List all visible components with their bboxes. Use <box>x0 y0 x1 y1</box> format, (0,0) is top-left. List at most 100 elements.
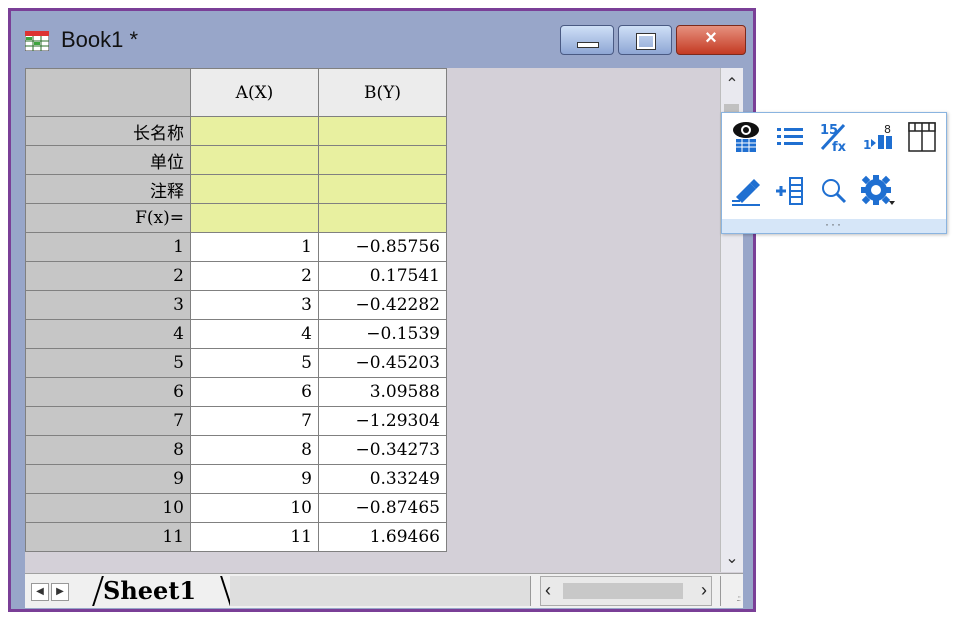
table-row: 6 6 3.09588 <box>25 377 447 407</box>
fraction-format-button[interactable]: 15 fx <box>814 117 854 157</box>
formula-a-cell[interactable] <box>190 203 319 233</box>
scroll-right-icon[interactable]: › <box>701 580 707 601</box>
table-row: 10 10 −0.87465 <box>25 493 447 523</box>
long-name-a-cell[interactable] <box>190 116 319 146</box>
show-hide-button[interactable] <box>726 117 766 157</box>
cell-b[interactable]: 0.33249 <box>318 464 447 494</box>
column-header-a[interactable]: A(X) <box>190 68 319 117</box>
maximize-icon <box>637 34 655 49</box>
cell-b[interactable]: 0.17541 <box>318 261 447 291</box>
cell-b[interactable]: −0.34273 <box>318 435 447 465</box>
horizontal-scrollbar[interactable]: ‹ › <box>540 576 712 606</box>
row-header[interactable]: 11 <box>25 522 191 552</box>
column-layout-icon <box>908 122 936 152</box>
cell-a[interactable]: 7 <box>190 406 319 436</box>
cell-b[interactable]: −0.1539 <box>318 319 447 349</box>
cell-a[interactable]: 4 <box>190 319 319 349</box>
cell-a[interactable]: 1 <box>190 232 319 262</box>
row-header[interactable]: 10 <box>25 493 191 523</box>
row-header[interactable]: 8 <box>25 435 191 465</box>
table-row: 5 5 −0.45203 <box>25 348 447 378</box>
comments-b-cell[interactable] <box>318 174 447 204</box>
long-name-b-cell[interactable] <box>318 116 447 146</box>
corner-cell[interactable] <box>25 68 191 117</box>
add-column-button[interactable] <box>770 171 810 211</box>
row-header[interactable]: 9 <box>25 464 191 494</box>
zoom-icon <box>822 179 847 204</box>
row-label-units[interactable]: 单位 <box>25 145 191 175</box>
cell-b[interactable]: −0.87465 <box>318 493 447 523</box>
scroll-up-icon[interactable]: ⌃ <box>721 74 743 94</box>
row-header[interactable]: 4 <box>25 319 191 349</box>
scroll-down-icon[interactable]: ⌄ <box>721 548 743 568</box>
sheet-tab-bar: ◀ ▶ Sheet1 ‹ › .:: <box>25 573 743 608</box>
cell-a[interactable]: 10 <box>190 493 319 523</box>
horizontal-scroll-thumb[interactable] <box>563 583 683 599</box>
settings-button[interactable] <box>858 171 898 211</box>
toolbar-drag-handle[interactable]: ··· <box>722 218 946 233</box>
highlight-button[interactable] <box>726 171 766 211</box>
row-header[interactable]: 2 <box>25 261 191 291</box>
highlight-icon <box>732 179 760 206</box>
close-button[interactable]: × <box>676 25 746 55</box>
cell-a[interactable]: 8 <box>190 435 319 465</box>
floating-toolbar: 15 fx 1 8 ··· <box>721 112 947 234</box>
cell-a[interactable]: 9 <box>190 464 319 494</box>
workbook-window: Book1 * × A(X) B(Y) 长名称 单位 注释 F(x)= 1 1 … <box>8 8 756 612</box>
row-header[interactable]: 6 <box>25 377 191 407</box>
column-header-b[interactable]: B(Y) <box>318 68 447 117</box>
units-b-cell[interactable] <box>318 145 447 175</box>
row-header[interactable]: 1 <box>25 232 191 262</box>
cell-b[interactable]: 3.09588 <box>318 377 447 407</box>
title-bar[interactable]: Book1 * × <box>11 11 753 68</box>
table-row: 1 1 −0.85756 <box>25 232 447 262</box>
resize-grip[interactable]: .:: <box>720 576 743 606</box>
cell-a[interactable]: 3 <box>190 290 319 320</box>
table-row: 4 4 −0.1539 <box>25 319 447 349</box>
minimize-button[interactable] <box>560 25 614 55</box>
resize-grip-icon: .:: <box>736 594 741 603</box>
tab-scroll-right-icon[interactable]: ▶ <box>51 583 69 601</box>
row-label-formula[interactable]: F(x)= <box>25 203 191 233</box>
tab-strip-empty <box>230 576 531 606</box>
row-header[interactable]: 3 <box>25 290 191 320</box>
worksheet-area: A(X) B(Y) 长名称 单位 注释 F(x)= 1 1 −0.85756 2… <box>25 68 743 608</box>
meta-row-long-name: 长名称 <box>25 116 447 146</box>
cell-a[interactable]: 11 <box>190 522 319 552</box>
column-header-row: A(X) B(Y) <box>25 68 447 117</box>
add-column-icon <box>776 177 803 205</box>
cell-b[interactable]: 1.69466 <box>318 522 447 552</box>
sort-button[interactable]: 1 8 <box>858 117 898 157</box>
cell-b[interactable]: −0.42282 <box>318 290 447 320</box>
table-row: 11 11 1.69466 <box>25 522 447 552</box>
close-icon: × <box>705 27 717 49</box>
row-header[interactable]: 7 <box>25 406 191 436</box>
cell-b[interactable]: −0.45203 <box>318 348 447 378</box>
table-row: 9 9 0.33249 <box>25 464 447 494</box>
table-row: 2 2 0.17541 <box>25 261 447 291</box>
row-label-long-name[interactable]: 长名称 <box>25 116 191 146</box>
maximize-button[interactable] <box>618 25 672 55</box>
table-row: 8 8 −0.34273 <box>25 435 447 465</box>
column-layout-button[interactable] <box>902 117 942 157</box>
tab-scroll-left-icon[interactable]: ◀ <box>31 583 49 601</box>
cell-b[interactable]: −0.85756 <box>318 232 447 262</box>
settings-gear-icon <box>861 175 895 205</box>
cell-a[interactable]: 2 <box>190 261 319 291</box>
row-header[interactable]: 5 <box>25 348 191 378</box>
cell-a[interactable]: 6 <box>190 377 319 407</box>
list-button[interactable] <box>770 117 810 157</box>
cell-b[interactable]: −1.29304 <box>318 406 447 436</box>
tab-sheet1[interactable]: Sheet1 <box>103 576 196 606</box>
scroll-left-icon[interactable]: ‹ <box>545 580 551 601</box>
svg-text:8: 8 <box>884 123 891 136</box>
svg-text:fx: fx <box>832 140 847 153</box>
formula-b-cell[interactable] <box>318 203 447 233</box>
row-label-comments[interactable]: 注释 <box>25 174 191 204</box>
cell-a[interactable]: 5 <box>190 348 319 378</box>
units-a-cell[interactable] <box>190 145 319 175</box>
comments-a-cell[interactable] <box>190 174 319 204</box>
zoom-button[interactable] <box>814 171 854 211</box>
list-icon <box>777 128 803 145</box>
sort-icon: 1 8 <box>863 123 892 152</box>
